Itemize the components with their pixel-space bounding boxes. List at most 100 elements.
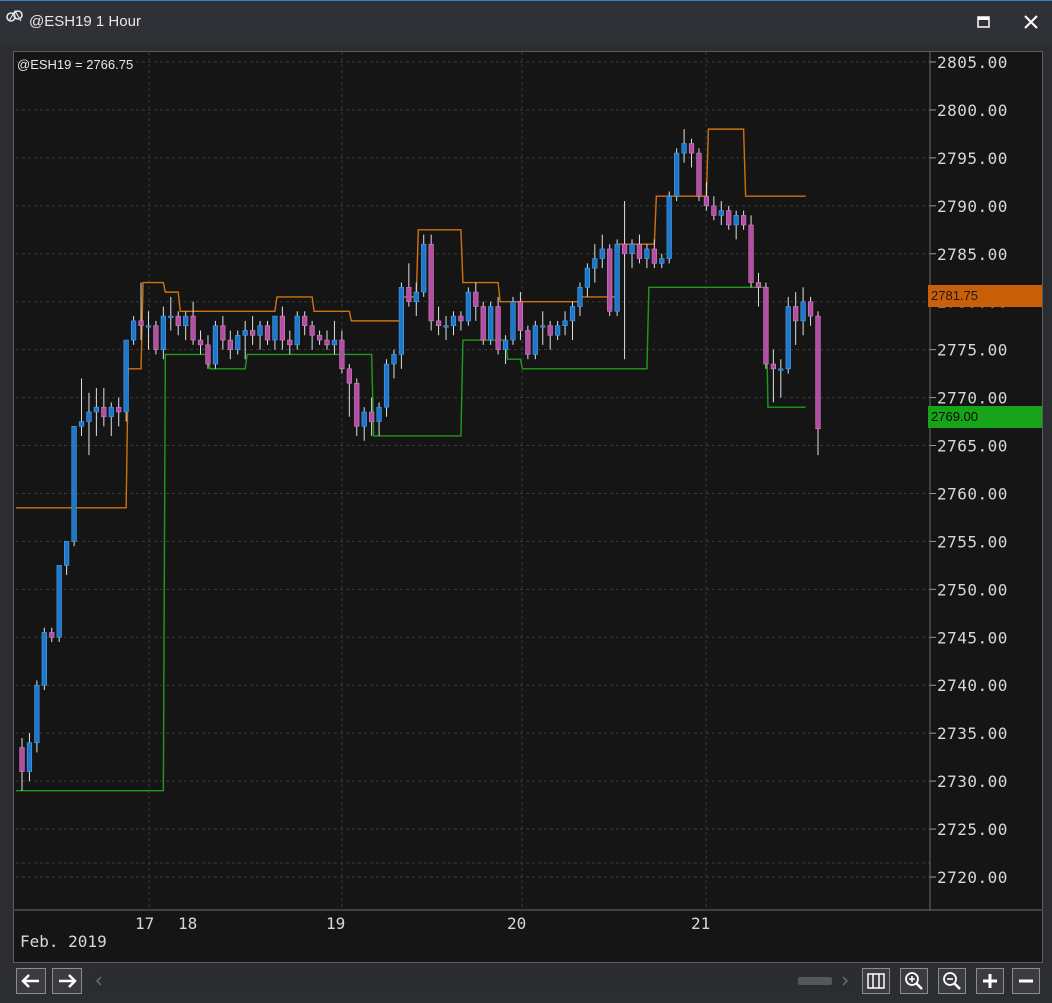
candle-bearish bbox=[205, 344, 211, 365]
candle-bullish bbox=[488, 306, 494, 341]
candle-bearish bbox=[49, 632, 55, 638]
price-tick-label: 2755.00 bbox=[937, 532, 1008, 551]
candle-bullish bbox=[71, 426, 77, 542]
candle-bearish bbox=[793, 306, 799, 322]
lower-channel-price-tag: 2769.00 bbox=[928, 406, 1042, 428]
maximize-icon bbox=[977, 16, 990, 28]
date-tick-label: 17 bbox=[135, 914, 154, 933]
candle-bearish bbox=[197, 339, 204, 346]
candle-bearish bbox=[279, 315, 285, 341]
candle-bullish bbox=[778, 368, 784, 371]
candle-bearish bbox=[807, 301, 814, 317]
price-tick-label: 2740.00 bbox=[937, 676, 1008, 695]
candle-bearish bbox=[741, 215, 747, 226]
candle-bullish bbox=[145, 325, 152, 328]
candle-bullish bbox=[502, 339, 509, 350]
scroll-left-button[interactable] bbox=[16, 968, 46, 994]
candle-bullish bbox=[331, 339, 338, 346]
candle-bullish bbox=[450, 315, 457, 326]
candle-bearish bbox=[621, 243, 628, 255]
zoom-in-button[interactable] bbox=[900, 968, 928, 994]
candle-bearish bbox=[755, 282, 762, 288]
candle-bullish bbox=[64, 541, 70, 566]
candle-bullish bbox=[93, 406, 99, 413]
candle-bearish bbox=[495, 306, 501, 350]
candle-bullish bbox=[26, 742, 33, 772]
price-tick-label: 2720.00 bbox=[937, 868, 1008, 887]
chart-scrollbar[interactable] bbox=[92, 970, 856, 992]
date-tick-label: 20 bbox=[507, 914, 526, 933]
candle-bearish bbox=[703, 195, 710, 207]
candle-bearish bbox=[220, 325, 226, 341]
candle-bearish bbox=[354, 382, 360, 427]
candle-bullish bbox=[562, 320, 568, 326]
price-chart[interactable]: 2805.002800.002795.002790.002785.002780.… bbox=[14, 52, 1043, 963]
price-tick-label: 2765.00 bbox=[937, 437, 1008, 456]
bar-spacing-icon bbox=[867, 973, 885, 989]
candle-bullish bbox=[510, 301, 516, 341]
price-tick-label: 2795.00 bbox=[937, 149, 1008, 168]
candle-bullish bbox=[629, 243, 635, 255]
candle-bearish bbox=[324, 339, 330, 346]
candle-bullish bbox=[383, 363, 390, 408]
minus-icon bbox=[1019, 979, 1033, 983]
candle-bullish bbox=[242, 330, 248, 336]
window-titlebar: @ESH19 1 Hour bbox=[0, 0, 1052, 44]
price-tick-label: 2735.00 bbox=[937, 724, 1008, 743]
candle-bearish bbox=[302, 315, 308, 326]
candle-bearish bbox=[406, 287, 412, 303]
price-tick-label: 2790.00 bbox=[937, 197, 1008, 216]
candle-bullish bbox=[785, 306, 791, 370]
candle-bullish bbox=[168, 315, 174, 318]
candle-bullish bbox=[160, 315, 166, 350]
price-tick-label: 2725.00 bbox=[937, 820, 1008, 839]
candle-bullish bbox=[599, 248, 605, 259]
candle-bearish bbox=[287, 339, 293, 346]
candle-bearish bbox=[264, 325, 271, 341]
zoom-in-icon bbox=[905, 972, 923, 990]
scroll-right-button[interactable] bbox=[52, 968, 82, 994]
close-button[interactable] bbox=[1016, 9, 1046, 35]
remove-button[interactable] bbox=[1012, 968, 1040, 994]
scrollbar-thumb[interactable] bbox=[798, 977, 832, 985]
zoom-out-button[interactable] bbox=[938, 968, 966, 994]
maximize-button[interactable] bbox=[968, 9, 998, 35]
candle-bullish bbox=[294, 315, 300, 346]
candle-bullish bbox=[421, 243, 427, 293]
date-tick-label: 18 bbox=[178, 914, 197, 933]
candle-bearish bbox=[711, 205, 717, 216]
candle-bearish bbox=[651, 248, 657, 264]
arrow-left-icon bbox=[21, 974, 39, 988]
candle-bullish bbox=[644, 248, 650, 259]
add-button[interactable] bbox=[976, 968, 1004, 994]
close-icon bbox=[1024, 15, 1038, 29]
candle-bullish bbox=[41, 632, 47, 686]
candle-bearish bbox=[696, 152, 702, 197]
candle-bearish bbox=[227, 339, 233, 350]
zoom-out-icon bbox=[943, 972, 961, 990]
candle-bullish bbox=[443, 325, 449, 328]
candle-bullish bbox=[569, 306, 576, 322]
candle-bearish bbox=[339, 339, 345, 370]
bar-spacing-button[interactable] bbox=[862, 968, 890, 994]
candle-bullish bbox=[659, 258, 665, 264]
chart-panel[interactable]: 2805.002800.002795.002790.002785.002780.… bbox=[13, 51, 1043, 963]
candle-bullish bbox=[376, 406, 382, 422]
candle-bullish bbox=[674, 152, 680, 197]
candle-bearish bbox=[190, 315, 196, 341]
candle-bullish bbox=[733, 215, 739, 226]
month-label: Feb. 2019 bbox=[20, 932, 107, 951]
candle-bearish bbox=[763, 287, 769, 365]
candle-bearish bbox=[250, 330, 256, 336]
candle-bullish bbox=[183, 315, 189, 326]
candle-bearish bbox=[153, 325, 159, 350]
scroll-left-small-icon bbox=[95, 976, 102, 986]
price-tick-label: 2750.00 bbox=[937, 580, 1008, 599]
candle-bullish bbox=[413, 291, 419, 303]
candle-bullish bbox=[532, 325, 538, 355]
candle-bullish bbox=[681, 143, 687, 154]
price-tick-label: 2785.00 bbox=[937, 245, 1008, 264]
candle-bearish bbox=[138, 320, 144, 326]
candle-bearish bbox=[770, 363, 776, 370]
candle-bearish bbox=[458, 315, 464, 322]
